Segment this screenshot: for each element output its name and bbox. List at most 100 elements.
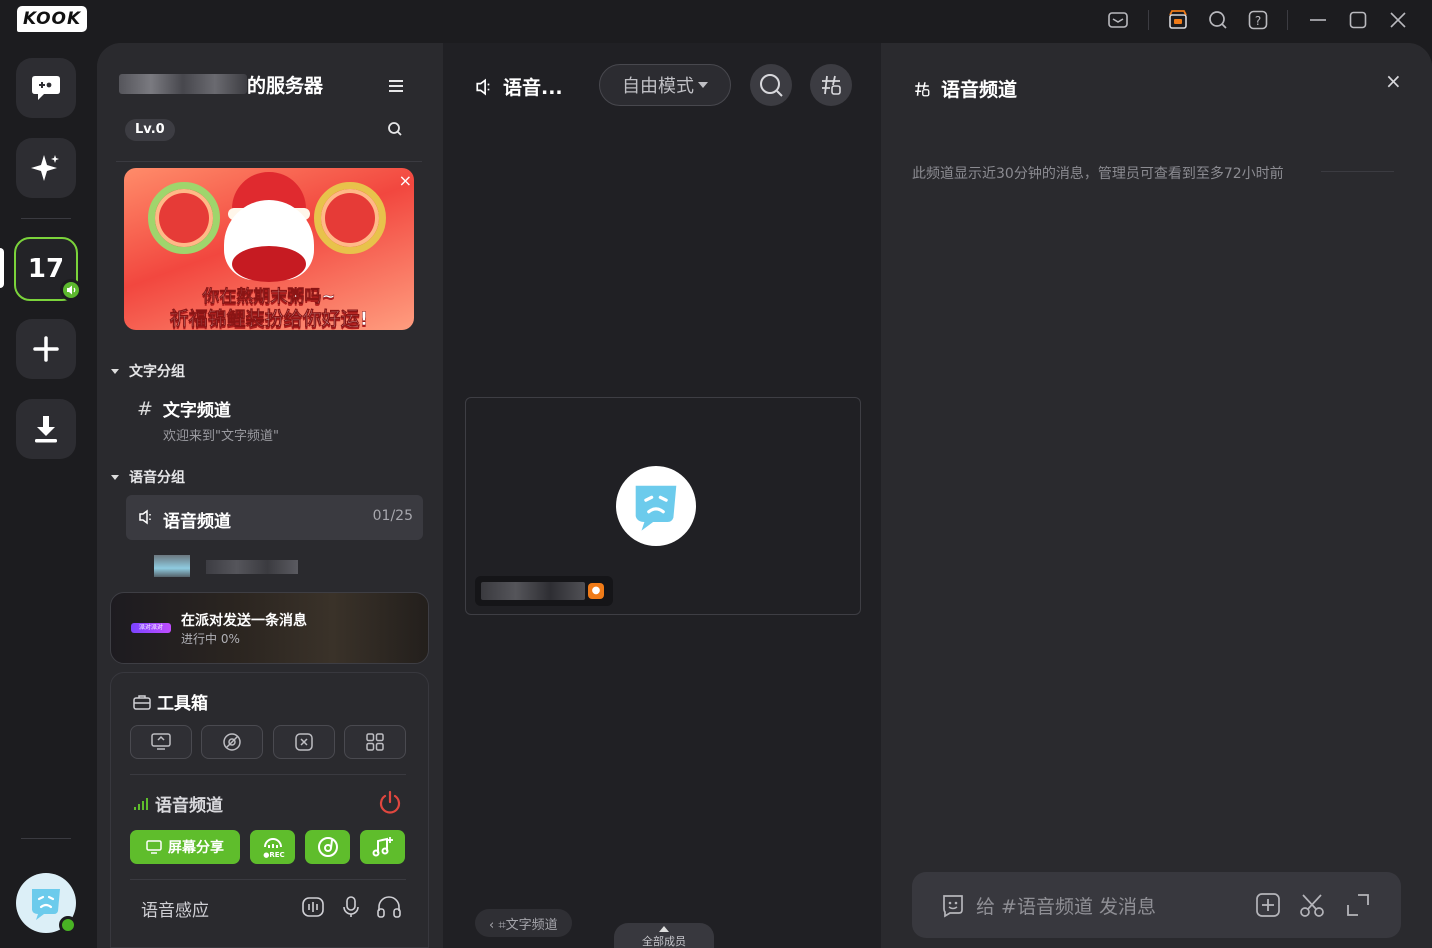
music-disc-icon xyxy=(317,837,338,857)
user-avatar[interactable] xyxy=(16,873,77,934)
mode-dropdown-label: 自由模式 xyxy=(622,76,694,97)
party-tag: 派对派对 xyxy=(131,623,171,633)
party-task-progress: 进行中 0% xyxy=(181,632,240,646)
wreath-left xyxy=(148,182,220,254)
koi-fish-illustration xyxy=(232,246,306,282)
redacted-member-name xyxy=(206,560,298,574)
stage-search-button[interactable] xyxy=(750,64,792,106)
no-camera-icon xyxy=(223,733,241,751)
kook-avatar-icon xyxy=(32,889,60,920)
download-icon xyxy=(35,416,57,443)
voice-connected-badge-icon xyxy=(60,279,82,301)
scissors-icon[interactable] xyxy=(1298,891,1326,919)
kook-avatar-icon xyxy=(635,485,677,531)
retention-notice: 此频道显示近30分钟的消息，管理员可查看到至多72小时前 xyxy=(912,166,1284,182)
monitor-icon xyxy=(151,733,171,750)
mode-dropdown[interactable]: 自由模式 xyxy=(599,64,731,106)
toolbox-icon xyxy=(133,694,151,710)
text-channel-description: 欢迎来到"文字频道" xyxy=(163,429,279,444)
server-search-icon[interactable] xyxy=(387,121,403,141)
wreath-right xyxy=(314,182,386,254)
participant-avatar xyxy=(616,466,696,546)
voice-activation-label[interactable]: 语音感应 xyxy=(141,896,209,921)
redacted-server-name xyxy=(119,74,247,94)
back-to-text-channel[interactable]: ‹ ⌗文字频道 xyxy=(475,909,572,937)
participant-tile[interactable]: ● xyxy=(465,397,861,615)
promo-banner[interactable]: 你在熬期末粥吗~ 祈福锦鲤装扮给你好运! × xyxy=(124,168,414,330)
voice-member-item[interactable] xyxy=(154,555,300,577)
inbox-icon[interactable] xyxy=(1106,8,1130,32)
message-input-placeholder[interactable]: 给 #语音频道 发消息 xyxy=(976,892,1156,919)
add-music-button[interactable] xyxy=(360,830,405,864)
voice-group-header[interactable]: 语音分组 xyxy=(111,467,185,487)
minimize-icon[interactable] xyxy=(1306,8,1330,32)
text-channel-icon xyxy=(822,75,841,95)
channel-sidebar: 的服务器 Lv.0 你在熬期末粥吗~ 祈福锦鲤装扮给你好运! × 文字分组 # … xyxy=(97,43,443,948)
active-server-indicator xyxy=(0,248,4,288)
chat-title-label: 语音频道 xyxy=(941,79,1018,101)
headphones-icon[interactable] xyxy=(376,895,402,919)
party-task-title: 在派对发送一条消息 xyxy=(181,613,307,629)
game-tool-button[interactable] xyxy=(273,725,335,759)
plus-icon xyxy=(33,336,59,362)
screen-share-icon xyxy=(146,840,162,854)
voice-member-count: 01/25 xyxy=(372,508,413,524)
add-server-button[interactable] xyxy=(16,319,76,379)
more-tools-button[interactable] xyxy=(344,725,406,759)
shop-icon[interactable] xyxy=(1166,8,1190,32)
redacted-participant-name xyxy=(481,582,585,600)
banner-close-icon[interactable]: × xyxy=(399,173,412,189)
participant-name-tag: ● xyxy=(475,576,613,606)
record-button[interactable]: ●REC xyxy=(250,830,295,864)
voice-channel-label: 语音频道 xyxy=(163,512,231,532)
toolbox-title: 工具箱 xyxy=(133,689,208,714)
music-disc-button[interactable] xyxy=(305,830,350,864)
direct-messages-button[interactable] xyxy=(16,58,76,118)
all-members-button[interactable]: 全部成员 xyxy=(614,923,714,948)
download-button[interactable] xyxy=(16,399,76,459)
server-badge-text: 17 xyxy=(27,254,65,284)
game-icon xyxy=(295,733,313,751)
maximize-icon[interactable] xyxy=(1346,8,1370,32)
screen-tool-button[interactable] xyxy=(130,725,192,759)
server-name[interactable]: 的服务器 xyxy=(119,73,323,97)
help-icon[interactable]: ? xyxy=(1246,8,1270,32)
voice-activity-icon[interactable] xyxy=(301,895,325,919)
text-group-header[interactable]: 文字分组 xyxy=(111,361,185,381)
expand-icon[interactable] xyxy=(1344,891,1372,919)
speaker-icon xyxy=(476,78,490,95)
kook-app-window: KOOK ? 17 的服务器 Lv.0 你在熬期末粥吗~ 祈福锦鲤装扮给你好运!… xyxy=(0,0,1432,948)
text-channel-item[interactable]: # 文字频道 xyxy=(137,396,231,422)
server-icon-active[interactable]: 17 xyxy=(14,237,82,301)
signal-strength-icon xyxy=(134,797,148,810)
stage-channel-button[interactable] xyxy=(810,64,852,106)
emoji-icon[interactable] xyxy=(940,892,966,918)
toolbox-panel: 工具箱 语音频道 屏幕分享 ●REC 语音感应 xyxy=(110,672,429,948)
party-task-card[interactable]: 派对派对 在派对发送一条消息 进行中 0% xyxy=(110,592,429,664)
disable-tool-button[interactable] xyxy=(201,725,263,759)
titlebar-divider xyxy=(1148,10,1149,30)
disconnect-power-icon[interactable] xyxy=(377,790,403,820)
server-level-badge[interactable]: Lv.0 xyxy=(125,119,175,141)
rail-divider xyxy=(21,838,71,839)
search-icon xyxy=(760,74,783,97)
voice-group-label: 语音分组 xyxy=(129,470,185,486)
notice-divider xyxy=(1321,171,1394,172)
microphone-icon[interactable] xyxy=(339,895,363,919)
collapse-caret-icon xyxy=(111,368,119,374)
kook-logo: KOOK xyxy=(17,6,88,32)
screen-share-button[interactable]: 屏幕分享 xyxy=(130,830,240,864)
close-chat-icon[interactable]: × xyxy=(1385,69,1402,93)
grid-icon xyxy=(366,733,384,751)
speaker-icon xyxy=(139,509,151,525)
stage-title: 语音... xyxy=(475,73,563,100)
search-icon[interactable] xyxy=(1206,8,1230,32)
title-bar: KOOK ? xyxy=(0,0,1432,42)
chevron-up-icon xyxy=(659,926,669,932)
message-composer[interactable]: 给 #语音频道 发消息 xyxy=(912,872,1401,938)
close-window-icon[interactable] xyxy=(1386,8,1410,32)
attach-plus-icon[interactable] xyxy=(1254,891,1282,919)
discover-button[interactable] xyxy=(16,138,76,198)
voice-channel-item[interactable]: 语音频道 01/25 xyxy=(126,495,423,540)
server-menu-icon[interactable] xyxy=(387,78,407,98)
